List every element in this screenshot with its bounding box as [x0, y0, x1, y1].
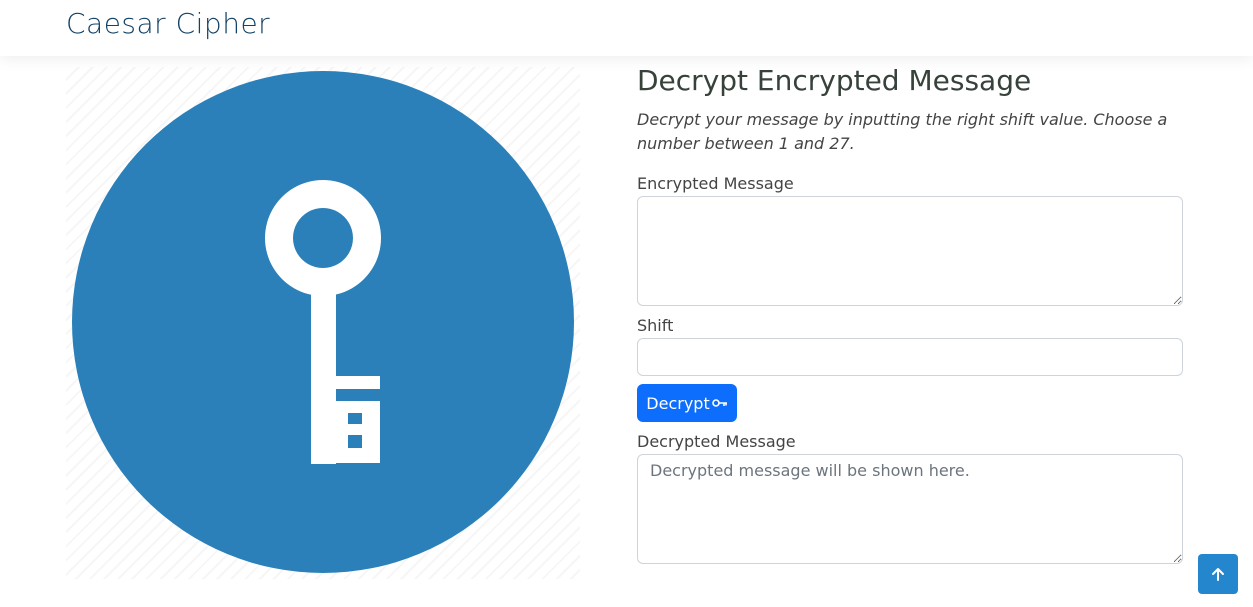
arrow-up-icon [1212, 568, 1224, 581]
decrypted-message-output[interactable] [637, 454, 1183, 564]
key-illustration [72, 71, 574, 573]
hero-image [66, 67, 580, 579]
decrypt-button-label: Decrypt [646, 393, 710, 413]
page-title: Decrypt Encrypted Message [637, 64, 1032, 97]
page-description: Decrypt your message by inputting the ri… [637, 110, 1168, 153]
decrypt-button[interactable]: Decrypt [637, 384, 737, 422]
navbar: Caesar Cipher [0, 0, 1253, 56]
encrypted-message-input[interactable] [637, 196, 1183, 306]
key-icon [711, 399, 727, 407]
encrypted-message-label: Encrypted Message [637, 174, 794, 193]
decrypted-message-label: Decrypted Message [637, 432, 796, 451]
brand-logo[interactable]: Caesar Cipher [66, 7, 270, 40]
shift-input[interactable] [637, 338, 1183, 376]
back-to-top-button[interactable] [1198, 554, 1238, 594]
shift-label: Shift [637, 316, 674, 335]
